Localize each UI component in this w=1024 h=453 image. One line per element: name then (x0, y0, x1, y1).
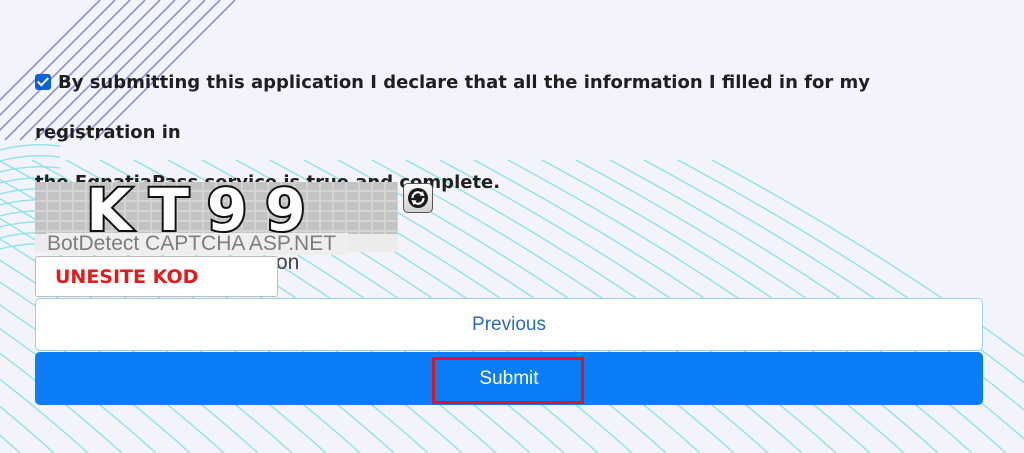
submit-button[interactable]: Submit (35, 352, 983, 405)
captcha-code-input[interactable] (35, 256, 278, 297)
registration-form: By submitting this application I declare… (0, 0, 1024, 453)
captcha-reload-button[interactable] (403, 183, 433, 213)
declaration-checkbox[interactable] (35, 74, 51, 90)
captcha-footer-text: BotDetect CAPTCHA ASP.NET (47, 233, 349, 255)
previous-button[interactable]: Previous (35, 298, 983, 351)
reload-icon (408, 188, 428, 208)
declaration-text-line1: By submitting this application I declare… (35, 72, 871, 143)
